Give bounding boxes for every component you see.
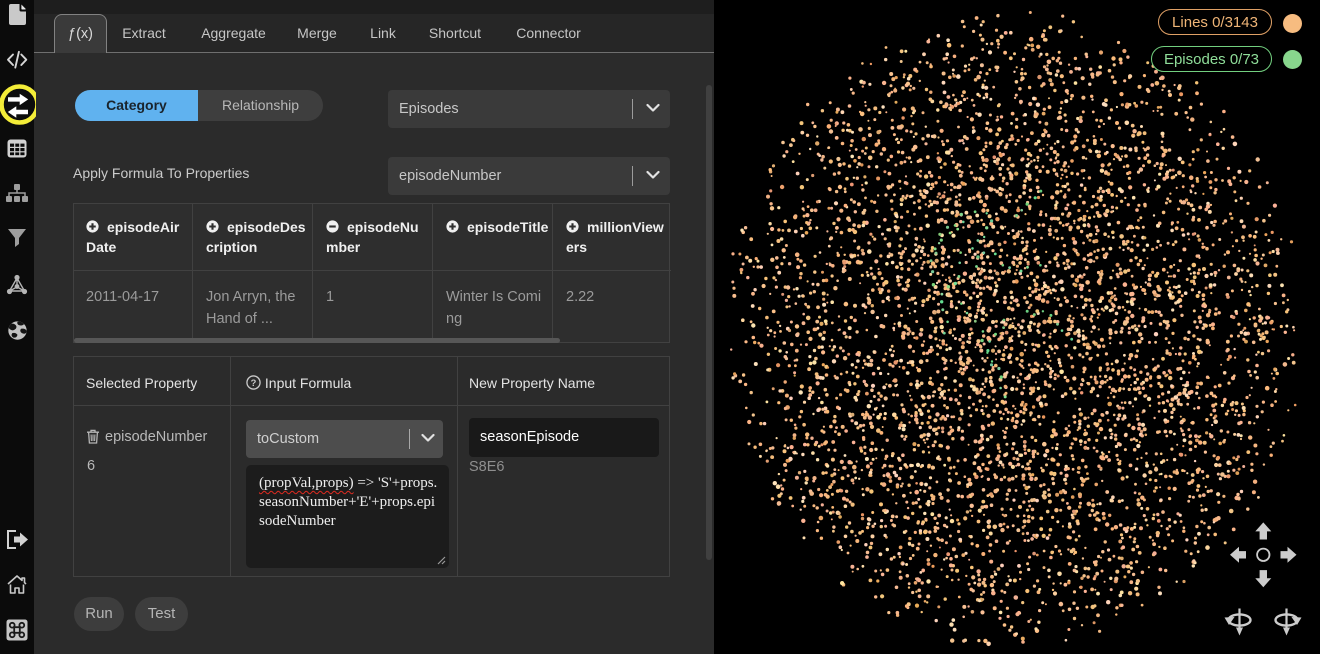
svg-text:?: ? (251, 378, 257, 388)
